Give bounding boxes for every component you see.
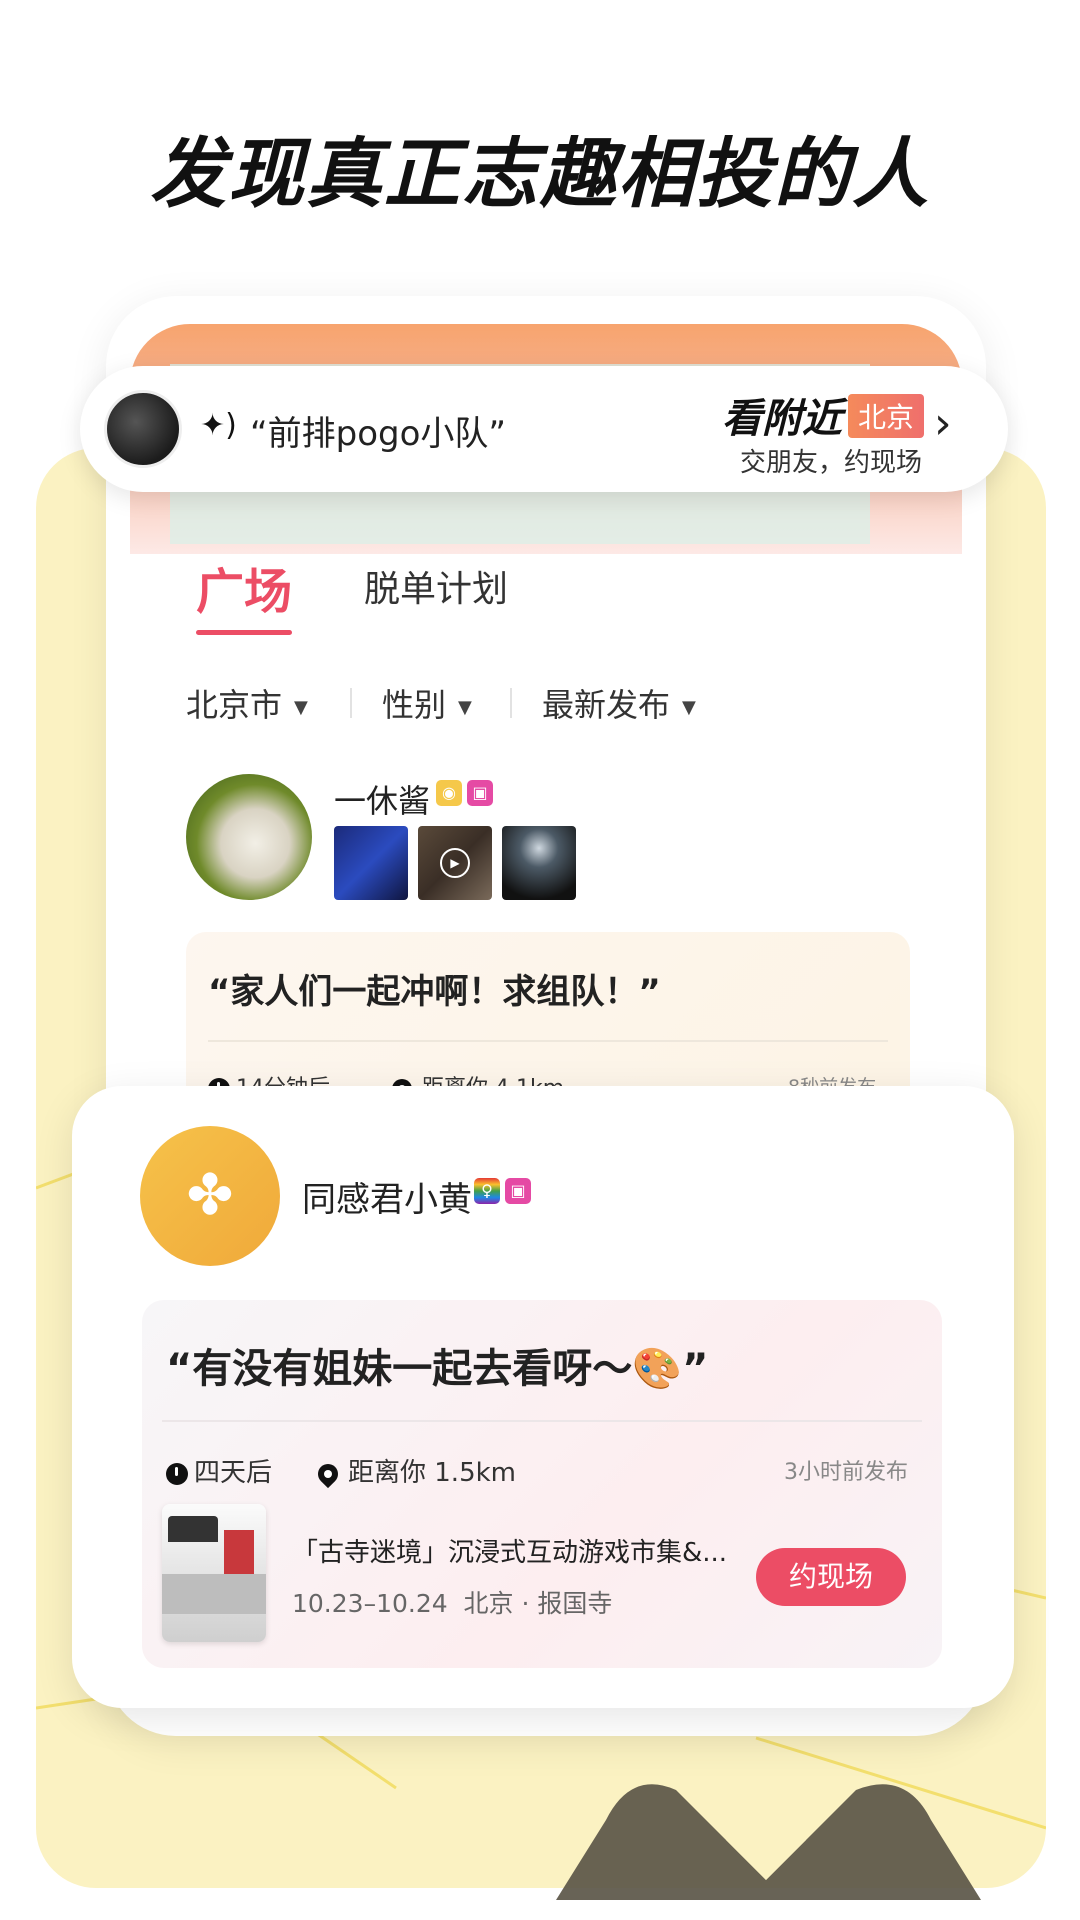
divider — [510, 688, 512, 718]
event-date: 10.23–10.24 — [292, 1589, 448, 1618]
location-pin-icon — [313, 1459, 343, 1488]
caret-down-icon: ▼ — [294, 696, 308, 718]
post-quote: “有没有姐妹一起去看呀～🎨” — [166, 1346, 709, 1392]
post-distance-text: 距离你 1.5km — [348, 1458, 516, 1488]
nearby-subtitle: 交朋友，约现场 — [740, 448, 923, 478]
divider — [350, 688, 352, 718]
filter-city[interactable]: 北京市 ▼ — [186, 680, 308, 726]
post-distance: 距离你 1.5km — [313, 1452, 516, 1489]
caret-down-icon: ▼ — [682, 696, 696, 718]
post-time-text: 四天后 — [194, 1458, 273, 1488]
video-thumbnail[interactable]: ▶ — [418, 826, 492, 900]
divider — [162, 1420, 922, 1422]
tab-dating-plan[interactable]: 脱单计划 — [364, 560, 508, 612]
tab-indicator — [196, 630, 292, 635]
filter-label: 性别 — [382, 686, 447, 724]
city-badge: 北京 — [848, 394, 925, 438]
event-place: 北京 · 报国寺 — [463, 1589, 613, 1618]
avatar[interactable] — [104, 390, 182, 468]
post-posted-time: 3小时前发布 — [784, 1460, 908, 1485]
divider — [208, 1040, 888, 1042]
event-title[interactable]: 「古寺迷境」沉浸式互动游戏市集&... — [292, 1532, 727, 1569]
nearby-quote: “前排pogo小队” — [250, 414, 506, 454]
nearby-bar[interactable]: ✦) “前排pogo小队” 看附近 北京 交朋友，约现场 › — [80, 366, 1008, 492]
group-badge-icon: ▣ — [467, 780, 494, 806]
photo-thumbnail[interactable] — [502, 826, 576, 900]
nearby-title: 看附近 — [722, 396, 842, 442]
avatar[interactable]: ✤ — [140, 1126, 280, 1266]
avatar[interactable] — [186, 774, 312, 900]
post-user-name[interactable]: 同感君小黄 — [302, 1172, 472, 1221]
post-user-name[interactable]: 一休酱 — [334, 776, 430, 822]
filter-gender[interactable]: 性别 ▼ — [382, 680, 472, 726]
temple-roof-shape — [168, 1516, 218, 1542]
tab-square[interactable]: 广场 — [196, 552, 292, 622]
poster-mountain-shape — [162, 1574, 266, 1614]
chevron-right-icon[interactable]: › — [934, 398, 952, 449]
play-icon: ▶ — [440, 848, 470, 878]
post-time: 四天后 — [166, 1452, 272, 1489]
clock-icon — [166, 1462, 188, 1485]
alien-badge-icon: ◉ — [436, 780, 462, 806]
heart-clover-icon: ✤ — [186, 1163, 234, 1228]
headline: 发现真正志趣相投的人 — [150, 129, 930, 218]
user-badges: ♀ ▣ — [474, 1178, 532, 1204]
event-details: 10.23–10.24 北京 · 报国寺 — [292, 1584, 612, 1620]
event-poster[interactable] — [162, 1504, 266, 1642]
rainbow-female-badge-icon: ♀ — [474, 1178, 500, 1204]
filter-sort[interactable]: 最新发布 ▼ — [542, 680, 696, 726]
caret-down-icon: ▼ — [458, 696, 472, 718]
filter-label: 北京市 — [186, 686, 283, 724]
filter-label: 最新发布 — [542, 686, 671, 724]
post-quote: “家人们一起冲啊！求组队！” — [208, 972, 661, 1012]
heart-hands-illustration — [556, 1784, 981, 1900]
sound-wave-icon: ✦) — [200, 408, 237, 443]
group-badge-icon: ▣ — [505, 1178, 532, 1204]
meet-at-event-button[interactable]: 约现场 — [756, 1548, 906, 1606]
user-badges: ◉ ▣ — [436, 780, 494, 806]
photo-thumbnail[interactable] — [334, 826, 408, 900]
